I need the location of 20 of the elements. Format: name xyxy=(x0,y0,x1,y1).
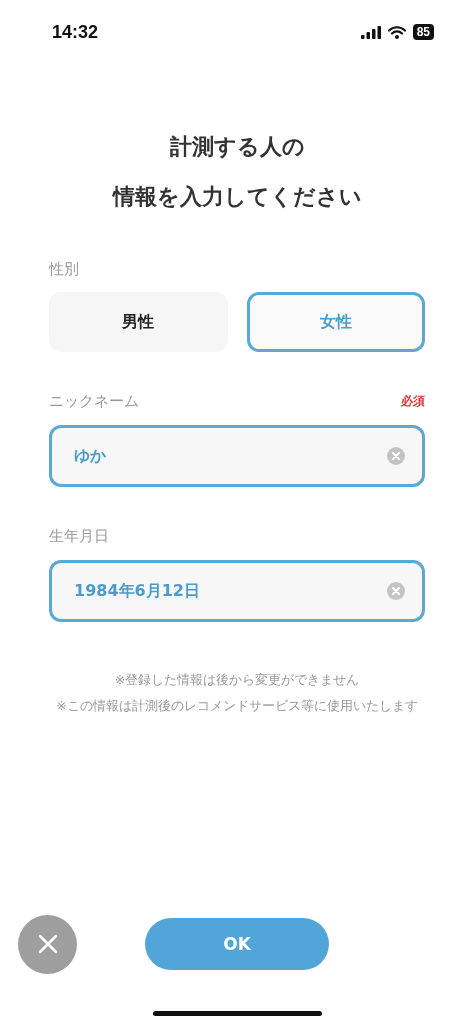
wifi-icon xyxy=(387,25,406,39)
battery-icon: 85 xyxy=(412,24,434,40)
gender-option[interactable]: 女性 xyxy=(246,292,425,352)
page-title: 計測する人の xyxy=(169,133,305,161)
input-field[interactable]: 1984年6月12日 xyxy=(49,560,425,622)
page-title: 情報を入力してください xyxy=(112,183,362,211)
field-label: 性別 xyxy=(49,260,80,279)
gender-option[interactable]: 男性 xyxy=(49,292,228,352)
input-field[interactable]: ゆか xyxy=(49,425,425,487)
clear-icon[interactable] xyxy=(387,447,405,465)
note-text: ※登録した情報は後から変更ができません xyxy=(114,672,360,689)
close-icon xyxy=(37,934,58,954)
status-time: 14:32 xyxy=(52,21,99,43)
field-label: ニックネーム xyxy=(49,392,139,411)
field-label: 生年月日 xyxy=(49,527,109,546)
ok-button[interactable]: OK xyxy=(145,918,329,970)
signal-icon xyxy=(360,25,381,39)
note-text: ※この情報は計測後のレコメンドサービス等に使用いたします xyxy=(56,698,418,715)
required-label: 必須 xyxy=(401,393,425,410)
clear-icon[interactable] xyxy=(387,582,405,600)
